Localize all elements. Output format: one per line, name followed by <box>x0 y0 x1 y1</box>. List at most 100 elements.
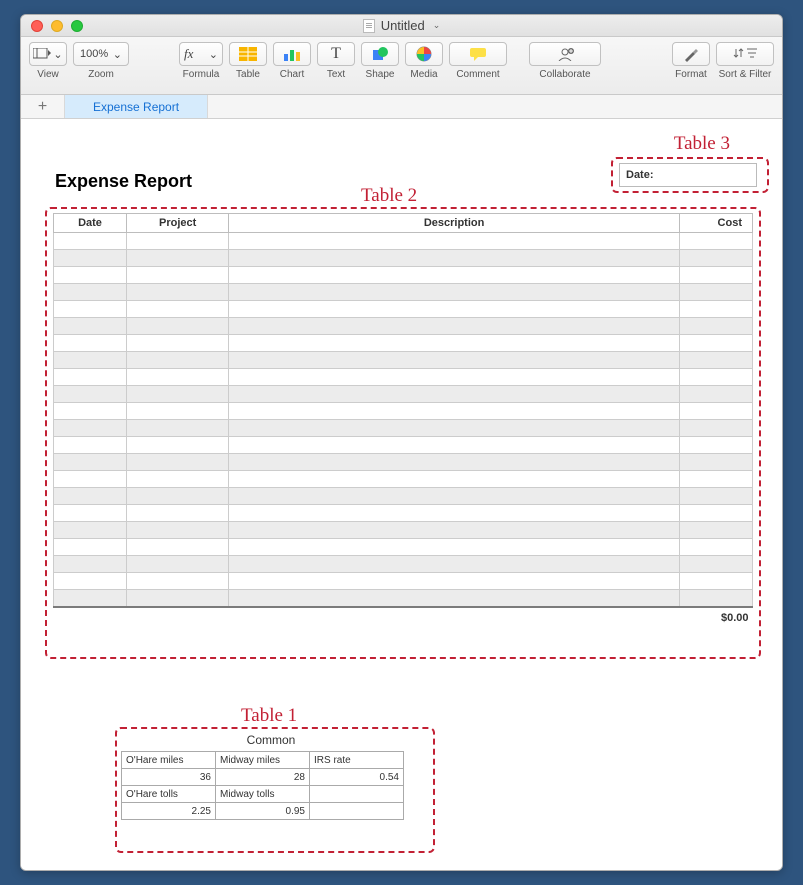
table-cell[interactable] <box>54 267 127 284</box>
text-button[interactable]: T <box>317 42 355 66</box>
table-cell[interactable]: Midway miles <box>216 752 310 769</box>
add-sheet-button[interactable]: + <box>21 95 65 118</box>
table-cell[interactable] <box>54 590 127 607</box>
table-cell[interactable] <box>229 505 680 522</box>
table-cell[interactable] <box>127 590 229 607</box>
col-description-header[interactable]: Description <box>229 214 680 233</box>
table-cell[interactable] <box>229 284 680 301</box>
table-cell[interactable]: 0.95 <box>216 803 310 820</box>
table-cell[interactable] <box>127 488 229 505</box>
table-cell[interactable] <box>127 454 229 471</box>
table-cell[interactable] <box>679 556 752 573</box>
table-cell[interactable] <box>229 352 680 369</box>
table-cell[interactable] <box>679 437 752 454</box>
media-button[interactable] <box>405 42 443 66</box>
table-cell[interactable] <box>54 335 127 352</box>
table-cell[interactable] <box>679 471 752 488</box>
total-cell[interactable]: $0.00 <box>54 607 753 624</box>
table-cell[interactable] <box>127 267 229 284</box>
col-date-header[interactable]: Date <box>54 214 127 233</box>
table-cell[interactable] <box>679 454 752 471</box>
table-cell[interactable] <box>54 318 127 335</box>
table-cell[interactable] <box>127 471 229 488</box>
canvas[interactable]: Expense Report Table 3 Date: Table 2 Dat… <box>21 119 782 870</box>
table-cell[interactable] <box>54 301 127 318</box>
table-cell[interactable] <box>127 301 229 318</box>
table-cell[interactable] <box>54 284 127 301</box>
table-cell[interactable] <box>229 301 680 318</box>
table-cell[interactable] <box>127 233 229 250</box>
table-cell[interactable] <box>127 522 229 539</box>
table-cell[interactable] <box>54 539 127 556</box>
table-cell[interactable] <box>229 318 680 335</box>
table-cell[interactable] <box>54 556 127 573</box>
table-cell[interactable] <box>229 250 680 267</box>
view-button[interactable]: ⌄ <box>29 42 67 66</box>
table-cell[interactable]: Midway tolls <box>216 786 310 803</box>
table-cell[interactable]: 28 <box>216 769 310 786</box>
table-cell[interactable] <box>679 318 752 335</box>
table-cell[interactable] <box>229 590 680 607</box>
table-cell[interactable] <box>54 250 127 267</box>
table-cell[interactable] <box>54 573 127 590</box>
chart-button[interactable] <box>273 42 311 66</box>
table-cell[interactable] <box>127 284 229 301</box>
collaborate-button[interactable] <box>529 42 601 66</box>
table-cell[interactable]: 0.54 <box>310 769 404 786</box>
table-cell[interactable] <box>679 403 752 420</box>
table-cell[interactable] <box>127 250 229 267</box>
table-cell[interactable] <box>229 556 680 573</box>
common-table[interactable]: O'Hare miles Midway miles IRS rate 36 28… <box>121 751 404 820</box>
table-cell[interactable] <box>679 335 752 352</box>
table-cell[interactable] <box>229 471 680 488</box>
comment-button[interactable] <box>449 42 507 66</box>
table-cell[interactable] <box>127 352 229 369</box>
table-cell[interactable] <box>54 369 127 386</box>
table-cell[interactable] <box>54 471 127 488</box>
col-cost-header[interactable]: Cost <box>679 214 752 233</box>
table-cell[interactable] <box>229 267 680 284</box>
table-cell[interactable] <box>310 786 404 803</box>
table-cell[interactable] <box>127 318 229 335</box>
table-cell[interactable]: 36 <box>122 769 216 786</box>
table-cell[interactable]: O'Hare tolls <box>122 786 216 803</box>
table-cell[interactable] <box>679 369 752 386</box>
table-cell[interactable] <box>679 522 752 539</box>
table-cell[interactable] <box>229 386 680 403</box>
shape-button[interactable] <box>361 42 399 66</box>
window-title[interactable]: Untitled ⌄ <box>21 18 782 33</box>
table-cell[interactable] <box>229 369 680 386</box>
table-cell[interactable] <box>679 386 752 403</box>
table-cell[interactable] <box>679 590 752 607</box>
table-cell[interactable] <box>127 556 229 573</box>
expense-table[interactable]: Date Project Description Cost $0.00 <box>53 213 753 624</box>
sort-filter-button[interactable] <box>716 42 774 66</box>
table-cell[interactable] <box>127 505 229 522</box>
formula-button[interactable]: fx ⌄ <box>179 42 223 66</box>
table-cell[interactable] <box>679 301 752 318</box>
table-cell[interactable] <box>679 488 752 505</box>
table-cell[interactable] <box>229 454 680 471</box>
table-cell[interactable] <box>229 437 680 454</box>
date-field[interactable]: Date: <box>619 163 757 187</box>
table-cell[interactable] <box>127 539 229 556</box>
table-cell[interactable] <box>54 403 127 420</box>
table-cell[interactable] <box>54 420 127 437</box>
table-cell[interactable] <box>127 437 229 454</box>
table-cell[interactable] <box>54 488 127 505</box>
table-cell[interactable] <box>54 233 127 250</box>
table-cell[interactable] <box>229 403 680 420</box>
sheet-tab-expense-report[interactable]: Expense Report <box>65 95 208 118</box>
table-cell[interactable]: IRS rate <box>310 752 404 769</box>
table-cell[interactable] <box>229 573 680 590</box>
zoom-button[interactable]: 100% ⌄ <box>73 42 129 66</box>
table-cell[interactable] <box>679 573 752 590</box>
table-cell[interactable] <box>679 539 752 556</box>
table-cell[interactable] <box>127 573 229 590</box>
table-cell[interactable] <box>127 403 229 420</box>
table-cell[interactable] <box>54 437 127 454</box>
table-cell[interactable] <box>54 522 127 539</box>
format-button[interactable] <box>672 42 710 66</box>
table-cell[interactable]: 2.25 <box>122 803 216 820</box>
table-cell[interactable]: O'Hare miles <box>122 752 216 769</box>
